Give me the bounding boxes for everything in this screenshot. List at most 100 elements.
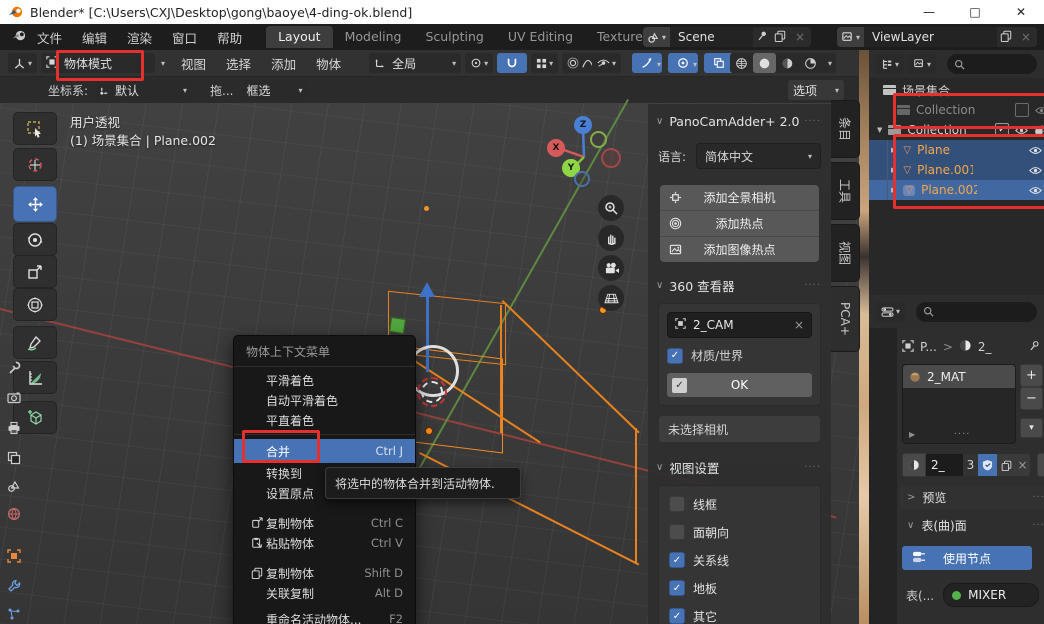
preview-section-header[interactable]: > 预览 ····: [899, 486, 1044, 509]
coord-system-dropdown[interactable]: 默认 ▾: [94, 80, 192, 100]
tool-move[interactable]: [13, 186, 57, 222]
panel-grip-icon[interactable]: ····: [804, 116, 821, 127]
panel-grip-icon[interactable]: ····: [1032, 520, 1044, 531]
fake-user-shield-button[interactable]: [978, 454, 997, 476]
nodetree-type-button[interactable]: ▾: [1037, 453, 1044, 477]
properties-search-input[interactable]: [916, 302, 1037, 322]
unlink-material-button[interactable]: ×: [1015, 454, 1030, 476]
option-other[interactable]: ✓ 其它: [659, 602, 820, 624]
shading-chevron-icon[interactable]: ▾: [824, 59, 836, 68]
ok-button[interactable]: ✓ OK: [667, 373, 812, 397]
pan-hand-button[interactable]: [598, 225, 624, 251]
material-name-field[interactable]: 2_: [926, 454, 963, 476]
editor-type-button[interactable]: ▾: [8, 53, 37, 73]
shading-material-button[interactable]: [776, 53, 799, 73]
options-dropdown[interactable]: 选项 ▾: [788, 80, 844, 100]
material-world-checkbox[interactable]: ✓ 材质/世界: [667, 347, 812, 364]
sidebar-tab-pca[interactable]: PCA+: [831, 286, 860, 352]
axis-neg-ball[interactable]: [574, 171, 590, 187]
blender-menu-logo-icon[interactable]: [12, 28, 27, 46]
menu-file[interactable]: 文件: [27, 28, 72, 47]
breadcrumb-object-name[interactable]: P...: [920, 340, 937, 354]
remove-viewlayer-icon[interactable]: ×: [1015, 30, 1037, 44]
viewlayer-browse-icon[interactable]: ▾: [837, 27, 864, 47]
camera-name-field[interactable]: 2_CAM ×: [667, 312, 812, 338]
tool-transform[interactable]: [13, 288, 57, 321]
slot-grip-icon[interactable]: ····: [954, 429, 971, 440]
pivot-point-button[interactable]: ▾: [465, 53, 493, 73]
add-slot-button[interactable]: +: [1020, 364, 1043, 387]
collapse-icon[interactable]: ∨: [656, 462, 663, 473]
clear-camera-icon[interactable]: ×: [794, 318, 804, 332]
viewlayer-name[interactable]: ViewLayer: [864, 27, 997, 47]
close-button[interactable]: ✕: [998, 0, 1044, 24]
menu-item-rename-active[interactable]: 重命名活动物体... F2: [234, 609, 415, 624]
camera-view-button[interactable]: [598, 255, 624, 281]
sidebar-tab-tool[interactable]: 工具: [831, 162, 860, 220]
new-scene-icon[interactable]: [771, 30, 789, 45]
sidebar-tab-item[interactable]: 条目: [831, 100, 860, 158]
menu-edit[interactable]: 编辑: [72, 28, 117, 47]
tool-cursor[interactable]: [13, 148, 57, 181]
menu-item-copy-objects[interactable]: 复制物体 Ctrl C: [234, 513, 415, 533]
tab-world-icon[interactable]: [6, 506, 22, 522]
option-wireframe[interactable]: ✓ 线框: [659, 490, 820, 518]
no-camera-field[interactable]: 未选择相机: [658, 415, 821, 443]
browse-material-button[interactable]: [902, 453, 926, 477]
axis-x-ball[interactable]: X: [547, 139, 565, 157]
menu-item-shade-auto-smooth[interactable]: 自动平滑着色: [234, 390, 415, 410]
menu-item-duplicate-linked[interactable]: 关联复制 Alt D: [234, 583, 415, 603]
axis-neg-ball[interactable]: [590, 131, 607, 148]
tool-scale[interactable]: [13, 255, 57, 288]
perspective-toggle-button[interactable]: [598, 285, 624, 311]
use-nodes-button[interactable]: 使用节点: [902, 546, 1032, 570]
menu-item-shade-flat[interactable]: 平直着色: [234, 410, 415, 430]
option-face-orientation[interactable]: ✓ 面朝向: [659, 518, 820, 546]
menu-help[interactable]: 帮助: [207, 28, 252, 47]
unlink-scene-icon[interactable]: ×: [789, 30, 811, 44]
tab-render-icon[interactable]: [6, 390, 22, 406]
tab-tool-icon[interactable]: [6, 360, 22, 376]
users-count-badge[interactable]: 3: [963, 454, 978, 476]
add-pano-camera-button[interactable]: 添加全景相机: [660, 185, 819, 211]
tab-modifiers-icon[interactable]: [6, 578, 22, 594]
overlays-chevron-icon[interactable]: ▾: [693, 60, 697, 69]
gizmos-chevron-icon[interactable]: ▾: [657, 60, 661, 69]
tab-particles-icon[interactable]: [6, 606, 22, 622]
slot-specials-button[interactable]: ▾: [1020, 418, 1043, 438]
menu-item-duplicate-objects[interactable]: 复制物体 Shift D: [234, 563, 415, 583]
breadcrumb-data-name[interactable]: 2_: [978, 340, 992, 354]
object-icon[interactable]: [902, 340, 914, 355]
surface-section-header[interactable]: ∨ 表(曲)面 ····: [899, 514, 1044, 537]
tool-select-box[interactable]: [13, 112, 57, 145]
menu-object[interactable]: 物体: [306, 54, 351, 73]
menu-item-paste-objects[interactable]: 粘贴物体 Ctrl V: [234, 533, 415, 553]
outliner-search-input[interactable]: [947, 54, 1037, 74]
slot-play-icon[interactable]: ▶: [909, 430, 915, 439]
tab-output-icon[interactable]: [6, 420, 22, 436]
tool-rotate[interactable]: [13, 223, 57, 256]
properties-editor-type-button[interactable]: ▾: [876, 302, 905, 322]
pin-icon[interactable]: [1028, 340, 1040, 355]
outliner-filter-button[interactable]: ▾: [908, 54, 936, 74]
panel-grip-icon[interactable]: ····: [1032, 492, 1044, 503]
snap-toggle[interactable]: [497, 53, 527, 73]
workspace-tab-modeling[interactable]: Modeling: [333, 26, 414, 48]
maximize-button[interactable]: □: [952, 0, 998, 24]
menu-item-shade-smooth[interactable]: 平滑着色: [234, 370, 415, 390]
tab-object-icon[interactable]: [6, 548, 22, 564]
axis-neg-ball[interactable]: [601, 148, 621, 168]
option-floor[interactable]: ✓ 地板: [659, 574, 820, 602]
remove-slot-button[interactable]: −: [1020, 387, 1043, 410]
move-gizmo-z-arrowhead[interactable]: [419, 282, 435, 297]
new-viewlayer-icon[interactable]: [997, 30, 1015, 45]
minimize-button[interactable]: —: [906, 0, 952, 24]
scene-selector[interactable]: ▾ Scene ×: [643, 27, 811, 47]
collapse-icon[interactable]: ∨: [656, 116, 663, 127]
add-hotspot-button[interactable]: 添加热点: [660, 211, 819, 237]
sidebar-tab-view[interactable]: 视图: [831, 224, 860, 282]
shading-rendered-button[interactable]: [799, 53, 822, 73]
visibility-dropdown[interactable]: ▾: [592, 53, 621, 73]
shading-wireframe-button[interactable]: [730, 53, 753, 73]
tool-annotate[interactable]: [13, 326, 57, 359]
